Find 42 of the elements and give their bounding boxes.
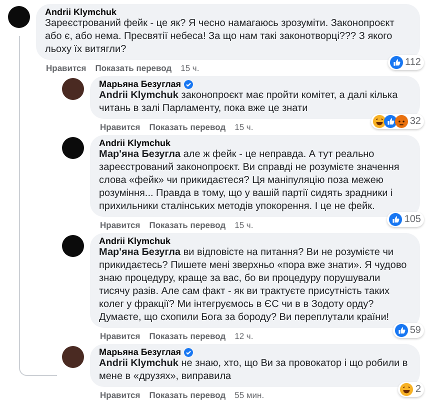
comment-text: Зареєстрований фейк - це як? Я чесно намагаюсь зрозуміти. Законопроєкт або є, або нема. Пресвятії небеса! За що нам такі законотворці??? З якого льоху їх витягли? bbox=[45, 17, 396, 56]
thumbs-up-icon bbox=[384, 115, 397, 128]
author-name[interactable]: Andrii Klymchuk bbox=[45, 7, 117, 17]
author-name[interactable]: Andrii Klymchuk bbox=[99, 236, 171, 246]
comment-action-link[interactable]: Нравится bbox=[46, 63, 86, 73]
comment-text: Мар'яна Безугла але ж фейк - це неправда. А тут реально зареєстрований законопроєкт. Ви справді не розумієте значення слова «фейк» чи прикидаєтеся? Ця маніпуляцію поза межею розуміння... Правда в тому, що у вашій партії сидять зрадники і прихильники сталінських методів упокорення. І це не фейк. bbox=[99, 148, 400, 213]
comment-time[interactable]: 12 ч. bbox=[234, 331, 254, 341]
comment-action-link[interactable]: Показать перевод bbox=[149, 331, 226, 341]
avatar[interactable] bbox=[62, 137, 84, 159]
comment-text: Andrii Klymchuk не знаю, хто, що Ви за провокатор і що робили в мене в «друзях», виправила bbox=[99, 357, 409, 383]
comment-time[interactable]: 55 мин. bbox=[234, 390, 264, 400]
comment-text: Andrii Klymchuk законопроєкт має пройти комітет, а далі кілька читань в залі Парламенту, пока вже це знати bbox=[99, 89, 399, 115]
laughing-face-icon bbox=[372, 115, 386, 128]
comment-action-link[interactable]: Нравится bbox=[100, 331, 140, 341]
laughing-face-icon bbox=[400, 383, 414, 396]
reaction-summary[interactable]: 59 bbox=[392, 323, 424, 338]
comment-action-link[interactable]: Нравится bbox=[100, 220, 140, 230]
comment-text: Мар'яна Безугла ви відповісте на питання? Ви не розумієте чи прикидаєтесь? Пишете мені зверхньо «пора вже знати». Я чудово знаю процедуру, краще за вас, бо ви процедуру порушували тисячу разів. Але сам факт - як ви трактуєте присутність таких колег у фракції? Ми інтегруємось в ЄС чи в в Зодоту орду? Думаєте, що схопили Бога за бороду? Ви переплутали країни! bbox=[99, 246, 408, 324]
reaction-summary[interactable]: 32 bbox=[370, 114, 424, 129]
reaction-summary[interactable]: 2 bbox=[398, 382, 424, 397]
comment-action-link[interactable]: Показать перевод bbox=[95, 63, 172, 73]
comment-time[interactable]: 15 ч. bbox=[234, 220, 254, 230]
thumbs-up-icon bbox=[390, 56, 404, 69]
comment-action-link[interactable]: Показать перевод bbox=[149, 390, 226, 400]
avatar[interactable] bbox=[62, 235, 84, 257]
author-name[interactable]: Марьяна Безуглая bbox=[99, 347, 182, 357]
avatar[interactable] bbox=[8, 6, 30, 28]
reaction-summary[interactable]: 112 bbox=[388, 55, 424, 70]
comment-time[interactable]: 15 ч. bbox=[180, 63, 200, 73]
thumbs-up-icon bbox=[389, 213, 402, 226]
comment-action-link[interactable]: Нравится bbox=[100, 122, 140, 132]
angry-face-icon bbox=[394, 115, 408, 128]
author-name[interactable]: Марьяна Безуглая bbox=[99, 79, 182, 89]
author-name[interactable]: Andrii Klymchuk bbox=[99, 138, 171, 148]
reaction-summary[interactable]: 105 bbox=[387, 212, 424, 227]
avatar[interactable] bbox=[62, 346, 84, 368]
comment-action-link[interactable]: Показать перевод bbox=[149, 122, 226, 132]
comment-action-link[interactable]: Показать перевод bbox=[149, 220, 226, 230]
thumbs-up-icon bbox=[394, 324, 408, 337]
comment-action-link[interactable]: Нравится bbox=[100, 390, 140, 400]
comment-time[interactable]: 15 ч. bbox=[234, 122, 254, 132]
avatar[interactable] bbox=[62, 78, 84, 100]
